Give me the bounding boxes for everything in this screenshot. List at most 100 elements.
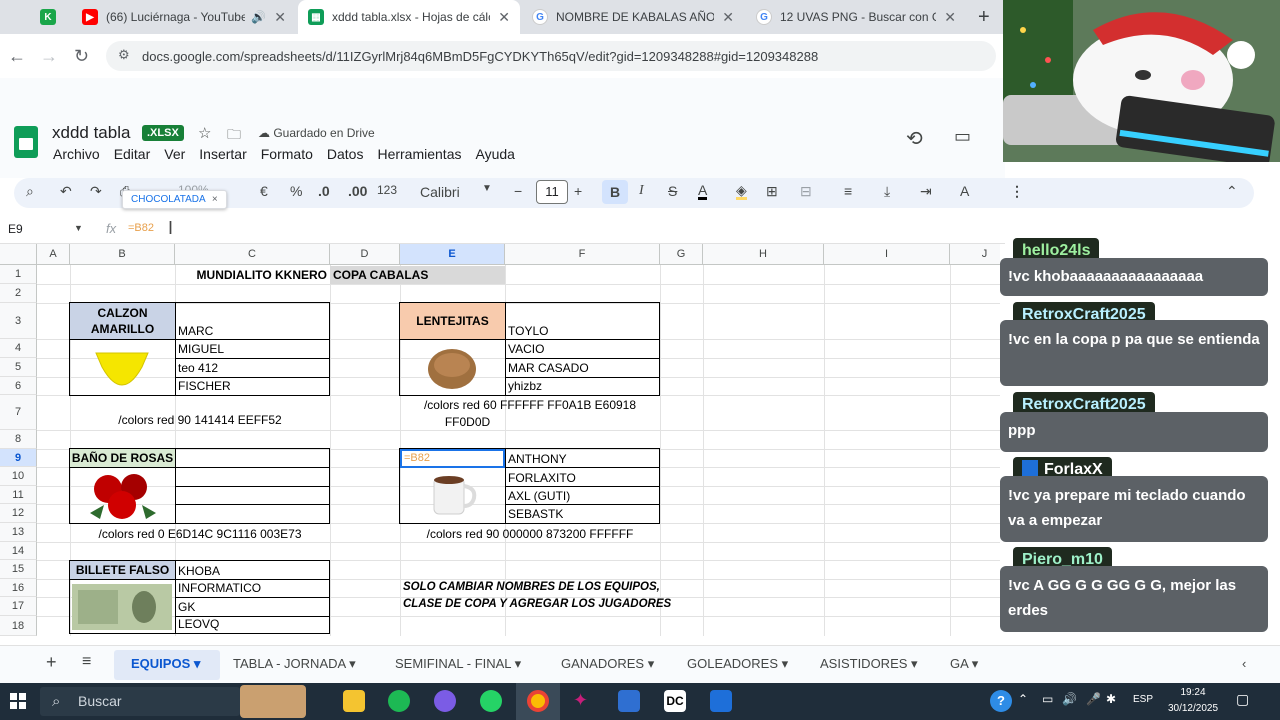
menu-archivo[interactable]: Archivo bbox=[53, 146, 100, 162]
chevron-up-icon[interactable]: ⌃ bbox=[1018, 692, 1028, 706]
player-cell[interactable]: AXL (GUTI) bbox=[508, 489, 570, 503]
row-header[interactable]: 11 bbox=[0, 486, 37, 504]
file-explorer-icon[interactable] bbox=[343, 690, 365, 712]
instructions-note[interactable]: SOLO CAMBIAR NOMBRES DE LOS EQUIPOS, bbox=[403, 581, 660, 593]
add-sheet-icon[interactable]: + bbox=[46, 652, 57, 673]
text-color-icon[interactable]: A bbox=[698, 183, 708, 200]
tab-youtube[interactable]: ▶ (66) Luciérnaga - YouTube 🔊 ✕ bbox=[72, 0, 296, 34]
borders-icon[interactable]: ⊞ bbox=[766, 183, 778, 200]
column-header[interactable]: H bbox=[703, 244, 824, 265]
decrease-font-size-icon[interactable]: − bbox=[514, 183, 522, 199]
player-cell[interactable]: SEBASTK bbox=[508, 507, 563, 521]
merge-cells-icon[interactable]: ⊟ bbox=[800, 183, 812, 200]
close-tab-icon[interactable]: ✕ bbox=[498, 9, 510, 26]
fill-color-icon[interactable]: ◈ bbox=[736, 183, 747, 200]
tournament-title[interactable]: MUNDIALITO KKNERO bbox=[175, 266, 330, 284]
sheet-tab-asistidores[interactable]: ASISTIDORES ▾ bbox=[820, 656, 918, 672]
undo-icon[interactable]: ↶ bbox=[60, 183, 72, 200]
column-header[interactable]: E bbox=[400, 244, 505, 265]
volume-icon[interactable]: 🔊 bbox=[1062, 692, 1077, 706]
row-header[interactable]: 7 bbox=[0, 395, 37, 430]
sheet-tab-goleadores[interactable]: GOLEADORES ▾ bbox=[687, 656, 788, 672]
row-header[interactable]: 18 bbox=[0, 616, 37, 636]
player-cell[interactable]: teo 412 bbox=[178, 361, 218, 375]
row-header[interactable]: 5 bbox=[0, 358, 37, 377]
menu-ver[interactable]: Ver bbox=[164, 146, 185, 162]
row-header[interactable]: 6 bbox=[0, 377, 37, 395]
taskbar-search[interactable]: ⌕ Buscar bbox=[40, 687, 240, 716]
scroll-tabs-left-icon[interactable]: ‹ bbox=[1242, 656, 1246, 671]
address-bar[interactable]: ⚙ docs.google.com/spreadsheets/d/11IZGyr… bbox=[106, 41, 996, 71]
italic-icon[interactable]: I bbox=[639, 183, 644, 199]
tab-sheets[interactable]: ▦ xddd tabla.xlsx - Hojas de cálcu ✕ bbox=[298, 0, 520, 34]
colors-command-continued[interactable]: FF0D0D bbox=[400, 415, 535, 429]
tab-uvas[interactable]: G 12 UVAS PNG - Buscar con Goo ✕ bbox=[746, 0, 966, 34]
row-header[interactable]: 17 bbox=[0, 597, 37, 616]
column-header[interactable]: B bbox=[70, 244, 175, 265]
close-icon[interactable]: × bbox=[212, 194, 218, 205]
redo-icon[interactable]: ↷ bbox=[90, 183, 102, 200]
player-cell[interactable]: yhizbz bbox=[508, 379, 542, 393]
row-header[interactable]: 14 bbox=[0, 542, 37, 560]
sheet-tab-equipos[interactable]: EQUIPOS ▾ bbox=[131, 656, 200, 672]
taskbar-clock[interactable]: 19:24 30/12/2025 bbox=[1165, 685, 1221, 717]
column-header[interactable]: D bbox=[330, 244, 400, 265]
player-cell[interactable]: FISCHER bbox=[178, 379, 231, 393]
row-header[interactable]: 8 bbox=[0, 430, 37, 449]
row-header[interactable]: 16 bbox=[0, 579, 37, 597]
app-icon[interactable] bbox=[710, 690, 732, 712]
name-box[interactable]: E9 bbox=[8, 222, 23, 236]
row-header[interactable]: 9 bbox=[0, 449, 37, 467]
column-header[interactable]: A bbox=[37, 244, 70, 265]
column-header[interactable]: C bbox=[175, 244, 330, 265]
back-icon[interactable]: ← bbox=[8, 46, 26, 67]
dc-app-icon[interactable]: DC bbox=[664, 690, 686, 712]
player-cell[interactable]: MIGUEL bbox=[178, 342, 224, 356]
column-header[interactable]: F bbox=[505, 244, 660, 265]
discord-icon[interactable] bbox=[434, 690, 456, 712]
colors-command[interactable]: /colors red 0 E6D14C 9C1116 003E73 bbox=[70, 527, 330, 541]
row-header[interactable]: 3 bbox=[0, 303, 37, 339]
all-sheets-icon[interactable]: ≡ bbox=[82, 653, 91, 671]
player-cell[interactable]: LEOVQ bbox=[178, 617, 219, 631]
menu-formato[interactable]: Formato bbox=[261, 146, 313, 162]
history-icon[interactable]: ⟲ bbox=[906, 126, 923, 151]
team-name-cell[interactable]: LENTEJITAS bbox=[399, 302, 506, 340]
row-header[interactable]: 2 bbox=[0, 284, 37, 303]
menu-insertar[interactable]: Insertar bbox=[199, 146, 246, 162]
row-header[interactable]: 12 bbox=[0, 504, 37, 523]
whatsapp-icon[interactable] bbox=[480, 690, 502, 712]
new-tab-button[interactable]: + bbox=[968, 0, 998, 34]
decrease-decimal-button[interactable]: .0 bbox=[318, 183, 330, 199]
tab-kabalas[interactable]: G NOMBRE DE KABALAS AÑO NU ✕ bbox=[522, 0, 744, 34]
pinned-tab[interactable]: K bbox=[30, 0, 68, 34]
horizontal-align-icon[interactable]: ≡ bbox=[844, 183, 852, 199]
team-name-cell[interactable]: BAÑO DE ROSAS bbox=[69, 448, 176, 468]
chrome-icon[interactable] bbox=[527, 690, 549, 712]
close-tab-icon[interactable]: ✕ bbox=[944, 9, 956, 26]
colors-command[interactable]: /colors red 90 141414 EEFF52 bbox=[70, 413, 330, 427]
team-name-cell[interactable]: CALZON AMARILLO bbox=[69, 302, 176, 340]
player-cell[interactable]: TOYLO bbox=[508, 324, 548, 338]
close-tab-icon[interactable]: ✕ bbox=[274, 9, 286, 26]
percent-format-button[interactable]: % bbox=[290, 183, 302, 199]
microphone-icon[interactable]: 🎤 bbox=[1086, 692, 1101, 706]
player-cell[interactable]: ANTHONY bbox=[508, 452, 567, 466]
font-select[interactable]: Calibri bbox=[420, 184, 460, 200]
text-rotation-icon[interactable]: A bbox=[960, 183, 969, 199]
sheet-tab-ganadores[interactable]: GANADORES ▾ bbox=[561, 656, 654, 672]
team-name-cell[interactable]: BILLETE FALSO bbox=[69, 560, 176, 580]
row-header[interactable]: 4 bbox=[0, 339, 37, 358]
move-folder-icon[interactable]: 🗀 bbox=[227, 124, 241, 148]
reload-icon[interactable]: ↻ bbox=[74, 46, 89, 67]
windows-start-icon[interactable] bbox=[10, 693, 26, 709]
menu-datos[interactable]: Datos bbox=[327, 146, 364, 162]
formula-input[interactable]: =B82 bbox=[128, 222, 154, 234]
column-header[interactable]: J bbox=[950, 244, 1000, 265]
row-header[interactable]: 13 bbox=[0, 523, 37, 542]
bluetooth-icon[interactable]: ✱ bbox=[1106, 692, 1116, 706]
select-all-corner[interactable] bbox=[0, 244, 37, 265]
currency-format-button[interactable]: € bbox=[260, 183, 268, 199]
colors-command[interactable]: /colors red 60 FFFFFF FF0A1B E60918 bbox=[400, 398, 660, 412]
sheet-tab-tabla[interactable]: TABLA - JORNADA ▾ bbox=[233, 656, 356, 672]
